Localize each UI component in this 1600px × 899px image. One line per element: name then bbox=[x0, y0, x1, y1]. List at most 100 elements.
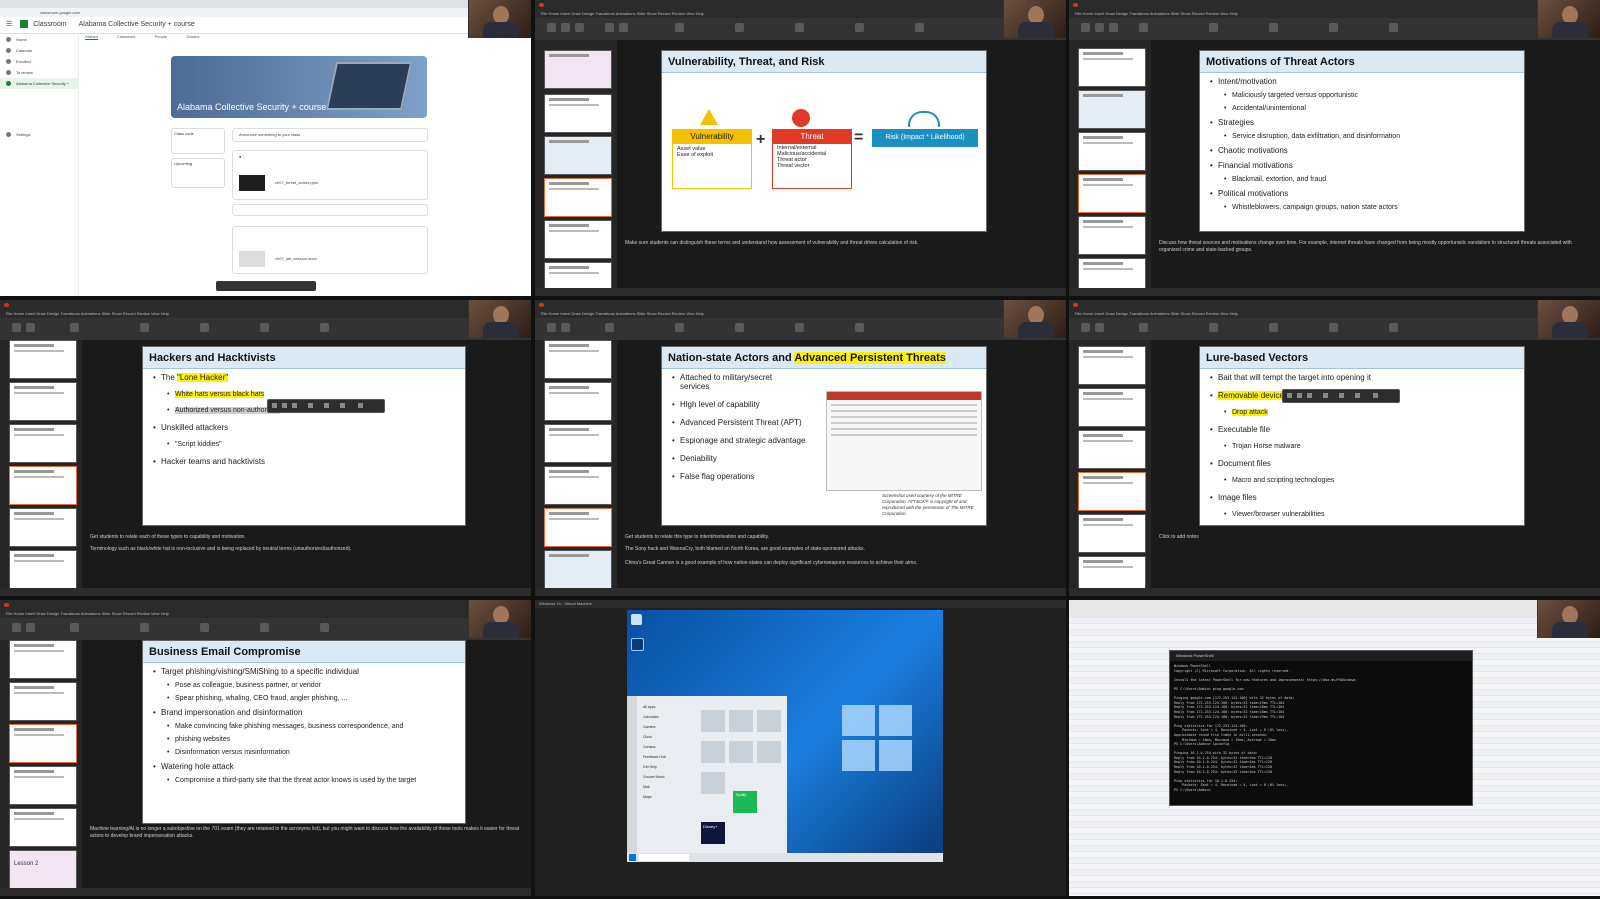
slide-thumbnail[interactable] bbox=[9, 550, 77, 589]
slide-thumbnail[interactable] bbox=[9, 340, 77, 379]
bullet-list[interactable]: Intent/motivation Maliciously targeted ve… bbox=[1208, 77, 1400, 217]
slide-thumbnail[interactable] bbox=[1078, 430, 1146, 469]
slide-bec[interactable]: Business Email Compromise Target phishin… bbox=[142, 640, 466, 824]
ribbon-menu[interactable]: File Home Insert Draw Design Transitions… bbox=[0, 610, 531, 618]
speaker-notes[interactable]: Terminology such as black/white hat is n… bbox=[90, 546, 523, 553]
slide-thumbnail[interactable] bbox=[9, 382, 77, 421]
ribbon-toolbar[interactable] bbox=[535, 18, 1066, 41]
tab-stream[interactable]: Stream bbox=[85, 34, 98, 40]
ribbon-toolbar[interactable] bbox=[0, 618, 531, 641]
bullet-list[interactable]: Attached to military/secret services Hig… bbox=[670, 373, 830, 490]
slide-thumbnail[interactable] bbox=[544, 340, 612, 379]
app-tile[interactable] bbox=[757, 741, 781, 763]
address-bar[interactable]: classroom.google.com bbox=[0, 8, 531, 17]
attachment-thumbnail[interactable] bbox=[239, 175, 265, 191]
slide-thumbnail-selected[interactable] bbox=[1078, 472, 1146, 511]
slide-title[interactable]: Business Email Compromise bbox=[143, 641, 465, 663]
chat-app-icon[interactable] bbox=[631, 638, 644, 651]
tab-classwork[interactable]: Classwork bbox=[117, 34, 135, 39]
slide-thumbnail-selected[interactable] bbox=[544, 178, 612, 217]
ribbon-toolbar[interactable] bbox=[0, 318, 531, 341]
spotify-tile[interactable]: Spotify bbox=[733, 791, 758, 813]
attachment-name[interactable]: ch07_threat_actors.pptx bbox=[269, 177, 324, 188]
start-rail[interactable] bbox=[627, 696, 637, 856]
sidebar-item-home[interactable]: Home bbox=[0, 34, 78, 45]
sidebar-item-review[interactable]: To review bbox=[0, 67, 78, 78]
sidebar-item-course[interactable]: Alabama Collective Security + bbox=[0, 78, 78, 89]
app-tile[interactable] bbox=[701, 710, 725, 732]
sidebar-item-enrolled[interactable]: Enrolled bbox=[0, 56, 78, 67]
speaker-notes[interactable]: Discuss how threat sources and motivatio… bbox=[1159, 240, 1592, 254]
slide-thumbnail[interactable] bbox=[9, 424, 77, 463]
speaker-notes[interactable]: Click to add notes bbox=[1159, 534, 1592, 541]
slide-thumbnail-selected[interactable] bbox=[1078, 174, 1146, 213]
ribbon-menu[interactable]: File Home Insert Draw Design Transitions… bbox=[0, 310, 531, 318]
taskbar[interactable] bbox=[627, 853, 943, 862]
attachment-thumbnail-2[interactable] bbox=[239, 251, 265, 267]
app-tile[interactable] bbox=[729, 741, 753, 763]
bullet-list[interactable]: The "Lone Hacker" White hats versus blac… bbox=[151, 373, 280, 475]
slide-thumbnail[interactable] bbox=[544, 50, 612, 89]
announce-card[interactable]: Announce something to your class bbox=[232, 128, 428, 142]
slide-thumbnail[interactable] bbox=[544, 550, 612, 589]
slide-title[interactable]: Nation-state Actors and Advanced Persist… bbox=[662, 347, 986, 369]
slide-thumbnail[interactable] bbox=[544, 94, 612, 133]
slide-title[interactable]: Motivations of Threat Actors bbox=[1200, 51, 1524, 73]
slide-thumbnail[interactable] bbox=[9, 808, 77, 847]
slide-thumbnail[interactable] bbox=[9, 640, 77, 679]
ribbon-menu[interactable]: File Home Insert Draw Design Transitions… bbox=[1069, 310, 1600, 318]
slide-thumbnail[interactable] bbox=[544, 424, 612, 463]
slide-thumbnail[interactable] bbox=[544, 136, 612, 175]
slide-vtr[interactable]: Vulnerability, Threat, and Risk Vulnerab… bbox=[661, 50, 987, 232]
speaker-notes[interactable]: Make sure students can distinguish these… bbox=[625, 240, 1058, 247]
comment-card[interactable] bbox=[232, 204, 428, 216]
slide-thumbnail-selected[interactable] bbox=[9, 724, 77, 763]
start-button-icon[interactable] bbox=[629, 854, 636, 861]
floating-format-toolbar[interactable] bbox=[267, 399, 385, 413]
slide-thumbnail[interactable] bbox=[1078, 388, 1146, 427]
disney-tile[interactable]: Disney+ bbox=[701, 822, 725, 844]
app-tile[interactable] bbox=[729, 710, 753, 732]
tab-grades[interactable]: Grades bbox=[186, 34, 199, 39]
slide-thumbnail[interactable] bbox=[9, 766, 77, 805]
app-tile[interactable] bbox=[701, 772, 725, 794]
slide-thumbnail[interactable] bbox=[1078, 514, 1146, 553]
sidebar-item-calendar[interactable]: Calendar bbox=[0, 45, 78, 56]
search-box[interactable] bbox=[639, 854, 689, 861]
slide-thumbnail[interactable] bbox=[1078, 132, 1146, 171]
ribbon-menu[interactable]: File Home Insert Draw Design Transitions… bbox=[535, 10, 1066, 18]
slide-thumbnail[interactable] bbox=[9, 508, 77, 547]
speaker-notes[interactable]: The Sony hack and WannaCry, both blamed … bbox=[625, 546, 1058, 553]
slide-thumbnail[interactable] bbox=[1078, 90, 1146, 129]
speaker-notes[interactable]: Machine learning/AI is no longer a subob… bbox=[90, 826, 523, 840]
attachment-name-2[interactable]: ch07_lab_session.docx bbox=[269, 253, 323, 264]
slide-title[interactable]: Lure-based Vectors bbox=[1200, 347, 1524, 369]
slide-nation-state[interactable]: Nation-state Actors and Advanced Persist… bbox=[661, 346, 987, 526]
slide-lure[interactable]: Lure-based Vectors Bait that will tempt … bbox=[1199, 346, 1525, 526]
slide-thumbnail[interactable] bbox=[544, 466, 612, 505]
bullet-list[interactable]: Target phishing/vishing/SMiShing to a sp… bbox=[151, 667, 416, 790]
speaker-notes[interactable]: Get students to relate this type to inte… bbox=[625, 534, 1058, 541]
slide-thumbnail[interactable] bbox=[1078, 48, 1146, 87]
menu-icon[interactable]: ☰ bbox=[6, 21, 12, 28]
slide-thumbnail-selected[interactable] bbox=[9, 466, 77, 505]
slide-hackers[interactable]: Hackers and Hacktivists The "Lone Hacker… bbox=[142, 346, 466, 526]
terminal-output[interactable]: Windows PowerShell Copyright (C) Microso… bbox=[1174, 664, 1468, 793]
breadcrumb-course[interactable]: Alabama Collective Security + course bbox=[79, 21, 195, 28]
slide-thumbnail-selected[interactable] bbox=[544, 508, 612, 547]
sidebar-item-settings[interactable]: Settings bbox=[0, 129, 78, 140]
slide-thumbnail[interactable] bbox=[9, 682, 77, 721]
ribbon-toolbar[interactable] bbox=[1069, 318, 1600, 341]
slide-motivations[interactable]: Motivations of Threat Actors Intent/moti… bbox=[1199, 50, 1525, 232]
slide-thumbnail[interactable] bbox=[1078, 346, 1146, 385]
ribbon-toolbar[interactable] bbox=[535, 318, 1066, 341]
app-tile[interactable] bbox=[701, 741, 725, 763]
slide-thumbnail[interactable] bbox=[544, 382, 612, 421]
ribbon-menu[interactable]: File Home Insert Draw Design Transitions… bbox=[535, 310, 1066, 318]
ribbon-toolbar[interactable] bbox=[1069, 18, 1600, 41]
slide-title[interactable]: Vulnerability, Threat, and Risk bbox=[662, 51, 986, 73]
floating-format-toolbar[interactable] bbox=[1282, 389, 1400, 403]
powershell-window[interactable]: Windows PowerShell Windows PowerShell Co… bbox=[1169, 650, 1473, 806]
vm-desktop[interactable]: All apps Calculator Camera Clock Cortana Feed… bbox=[627, 610, 943, 862]
slide-thumbnail[interactable]: Lesson 2 bbox=[9, 850, 77, 889]
